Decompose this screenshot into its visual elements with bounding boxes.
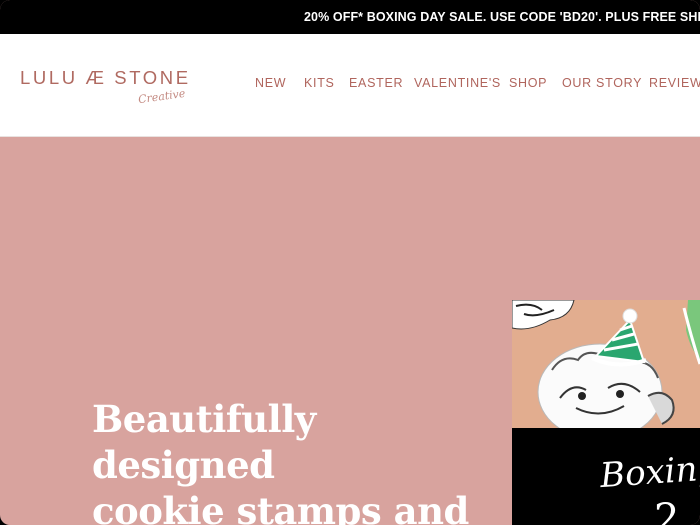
promo-tile[interactable]: Boxing 2: [512, 300, 700, 525]
cookie-photo: [512, 300, 700, 428]
hero-title-line: Beautifully: [92, 397, 316, 441]
logo-name: LULU Æ STONE: [20, 67, 191, 88]
hero-title-line: designed: [92, 443, 275, 487]
browser-viewport: 20% OFF* BOXING DAY SALE. USE CODE 'BD20…: [0, 0, 700, 525]
announcement-text[interactable]: 20% OFF* BOXING DAY SALE. USE CODE 'BD20…: [304, 10, 700, 24]
promo-banner: Boxing 2: [512, 428, 700, 525]
promo-number-text: 2: [654, 496, 680, 525]
nav-item-new[interactable]: NEW: [255, 76, 286, 90]
logo-wordmark: LULU Æ STONE: [20, 67, 191, 89]
nav-item-kits[interactable]: KITS: [304, 76, 335, 90]
announcement-bar[interactable]: 20% OFF* BOXING DAY SALE. USE CODE 'BD20…: [0, 0, 700, 34]
site-header: LULU Æ STONE Creative NEW KITS EASTER VA…: [0, 34, 700, 137]
nav-item-reviews[interactable]: REVIEWS: [649, 76, 700, 90]
nav-item-easter[interactable]: EASTER: [349, 76, 403, 90]
nav-item-our-story[interactable]: OUR STORY: [562, 76, 642, 90]
hero-title-line: cookie stamps and: [92, 489, 469, 525]
nav-item-shop[interactable]: SHOP: [509, 76, 547, 90]
hero-title: Beautifully designed cookie stamps and: [92, 396, 472, 525]
logo-tagline: Creative: [137, 86, 187, 107]
promo-script-text: Boxing: [598, 447, 700, 497]
nav-item-valentines[interactable]: VALENTINE'S: [414, 76, 501, 90]
site-logo[interactable]: LULU Æ STONE Creative: [20, 67, 188, 137]
